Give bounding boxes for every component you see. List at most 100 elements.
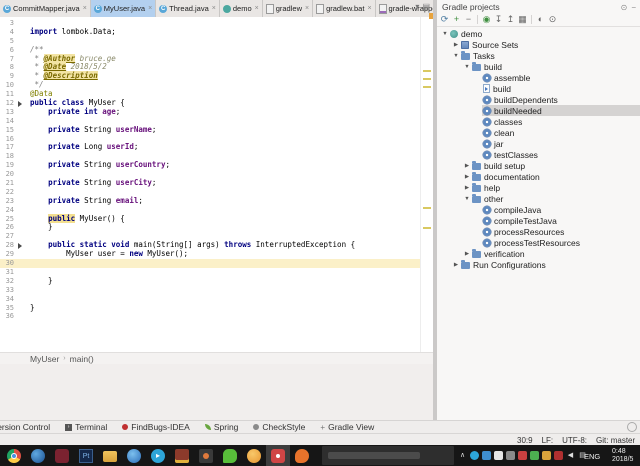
chevron-down-icon[interactable]: ▼ (441, 31, 449, 37)
code-line-35[interactable]: 35} (0, 304, 433, 313)
browser-taskbar-icon[interactable] (26, 445, 50, 466)
code-line-9[interactable]: 9 * @Description (0, 72, 433, 81)
toolwindow-indicator-icon[interactable] (627, 422, 637, 432)
toolwindow-button-Spring[interactable]: Spring (205, 422, 239, 432)
expand-all-icon[interactable]: ↧ (493, 14, 504, 25)
chevron-down-icon[interactable]: ▼ (452, 53, 460, 59)
chevron-right-icon[interactable]: ▶ (452, 42, 460, 48)
volume-tray-icon[interactable]: ◀ (566, 451, 575, 460)
media-app-taskbar-icon[interactable] (50, 445, 74, 466)
tab-demo[interactable]: demo× (220, 0, 263, 17)
editor-code-area[interactable]: 34import lombok.Data;56/**7 * @Author br… (0, 17, 433, 352)
chevron-down-icon[interactable]: ▼ (463, 196, 471, 202)
toolwindow-button-Gradle-View[interactable]: +Gradle View (320, 422, 374, 432)
code-line-29[interactable]: 29 MyUser user = new MyUser(); (0, 250, 433, 259)
group-modules-icon[interactable]: ▦ (517, 14, 528, 25)
game-app-taskbar-icon[interactable] (170, 445, 194, 466)
gradle-tree-item-documentation[interactable]: ▶documentation (437, 171, 640, 182)
gradle-tree-item-testClasses[interactable]: testClasses (437, 149, 640, 160)
offline-mode-icon[interactable]: ◐ (535, 14, 546, 25)
code-line-30[interactable]: 30 (0, 259, 433, 268)
gradle-tree-item-Run-Configurations[interactable]: ▶Run Configurations (437, 259, 640, 270)
gradle-tree-item-build[interactable]: ▼build (437, 61, 640, 72)
app-tray-icon-2[interactable] (506, 451, 515, 460)
gradle-tree-item-processTestResources[interactable]: processTestResources (437, 237, 640, 248)
tab-Thread.java[interactable]: CThread.java× (156, 0, 220, 17)
tab-list-icon[interactable]: ▤ (422, 2, 430, 11)
editor-error-stripe[interactable] (420, 17, 434, 352)
toolwindow-button-FindBugs-IDEA[interactable]: FindBugs-IDEA (122, 422, 190, 432)
app-tray-icon-4[interactable] (554, 451, 563, 460)
telegram-tray-icon[interactable] (470, 451, 479, 460)
tab-gradlew[interactable]: gradlew× (263, 0, 313, 17)
folder-tray-icon[interactable] (542, 451, 551, 460)
code-line-13[interactable]: 13 private int age; (0, 108, 433, 117)
photos-app-taskbar-icon[interactable] (194, 445, 218, 466)
chevron-down-icon[interactable]: ▼ (463, 64, 471, 70)
code-line-17[interactable]: 17 private Long userId; (0, 143, 433, 152)
stripe-warning-mark[interactable] (423, 70, 431, 72)
code-line-10[interactable]: 10 */ (0, 81, 433, 90)
stripe-warning-mark[interactable] (423, 227, 431, 229)
cloud-tray-icon[interactable] (530, 451, 539, 460)
code-line-19[interactable]: 19 private String userCountry; (0, 161, 433, 170)
hide-panel-icon[interactable]: − (631, 3, 636, 12)
tray-expand-chevron[interactable]: ∧ (458, 451, 467, 460)
gradle-tree-item-buildDependents[interactable]: buildDependents (437, 94, 640, 105)
detach-project-icon[interactable]: − (463, 14, 474, 25)
close-tab-icon[interactable]: × (148, 5, 152, 12)
run-gutter-icon[interactable] (18, 101, 22, 107)
chevron-right-icon[interactable]: ▶ (463, 163, 471, 169)
status-segment[interactable]: 30:9 (517, 436, 533, 445)
code-line-26[interactable]: 26 } (0, 223, 433, 232)
code-line-21[interactable]: 21 private String userCity; (0, 179, 433, 188)
status-segment[interactable]: Git: master (596, 436, 635, 445)
stripe-warning-mark[interactable] (423, 78, 431, 80)
gradle-tree-item-assemble[interactable]: assemble (437, 72, 640, 83)
gradle-tree-item-compileTestJava[interactable]: compileTestJava (437, 215, 640, 226)
code-line-31[interactable]: 31 (0, 268, 433, 277)
flame-app-taskbar-icon[interactable] (290, 445, 314, 466)
gradle-tree-item-clean[interactable]: clean (437, 127, 640, 138)
chrome-taskbar-icon[interactable] (2, 445, 26, 466)
chevron-right-icon[interactable]: ▶ (452, 262, 460, 268)
adobe-app-taskbar-icon[interactable]: Pt (74, 445, 98, 466)
gradle-tree-item-demo[interactable]: ▼demo (437, 28, 640, 39)
gradle-tree-item-buildNeeded[interactable]: buildNeeded (437, 105, 640, 116)
app-tray-icon-1[interactable] (494, 451, 503, 460)
gradle-tree-item-classes[interactable]: classes (437, 116, 640, 127)
gradle-tree-item-processResources[interactable]: processResources (437, 226, 640, 237)
gradle-settings-icon[interactable]: ⊙ (547, 14, 558, 25)
tab-MyUser.java[interactable]: CMyUser.java× (91, 0, 156, 17)
status-segment[interactable]: LF: (542, 436, 554, 445)
gradle-tree-item-Tasks[interactable]: ▼Tasks (437, 50, 640, 61)
gradle-tree-item-other[interactable]: ▼other (437, 193, 640, 204)
chevron-right-icon[interactable]: ▶ (463, 251, 471, 257)
code-line-5[interactable]: 5 (0, 37, 433, 46)
mail-app-taskbar-icon[interactable] (122, 445, 146, 466)
chevron-right-icon[interactable]: ▶ (463, 174, 471, 180)
recorder-app-taskbar-icon[interactable] (266, 445, 290, 466)
gradle-tree-item-Source-Sets[interactable]: ▶Source Sets (437, 39, 640, 50)
code-line-33[interactable]: 33 (0, 286, 433, 295)
toolwindow-button-Version-Control[interactable]: Version Control (0, 422, 50, 432)
taskbar-clock[interactable]: 0:48 2018/5 (612, 448, 640, 464)
chevron-right-icon[interactable]: ▶ (463, 185, 471, 191)
breadcrumb-method[interactable]: main() (70, 354, 94, 364)
collapse-all-icon[interactable]: ↥ (505, 14, 516, 25)
status-segment[interactable]: UTF-8: (562, 436, 587, 445)
stripe-warning-mark[interactable] (423, 207, 431, 209)
close-tab-icon[interactable]: × (83, 5, 87, 12)
gradle-tree-item-build-setup[interactable]: ▶build setup (437, 160, 640, 171)
toolwindow-button-Terminal[interactable]: ›Terminal (65, 422, 107, 432)
wechat-taskbar-icon[interactable] (218, 445, 242, 466)
search-folder-taskbar-icon[interactable] (98, 445, 122, 466)
shield-tray-icon[interactable] (482, 451, 491, 460)
code-line-36[interactable]: 36 (0, 312, 433, 321)
settings-icon[interactable]: ⊙ (621, 3, 628, 12)
toolwindow-button-CheckStyle[interactable]: CheckStyle (253, 422, 305, 432)
taskbar-running-app-button[interactable] (322, 446, 454, 465)
code-line-34[interactable]: 34 (0, 295, 433, 304)
code-line-32[interactable]: 32 } (0, 277, 433, 286)
telegram-taskbar-icon[interactable]: ▸ (146, 445, 170, 466)
